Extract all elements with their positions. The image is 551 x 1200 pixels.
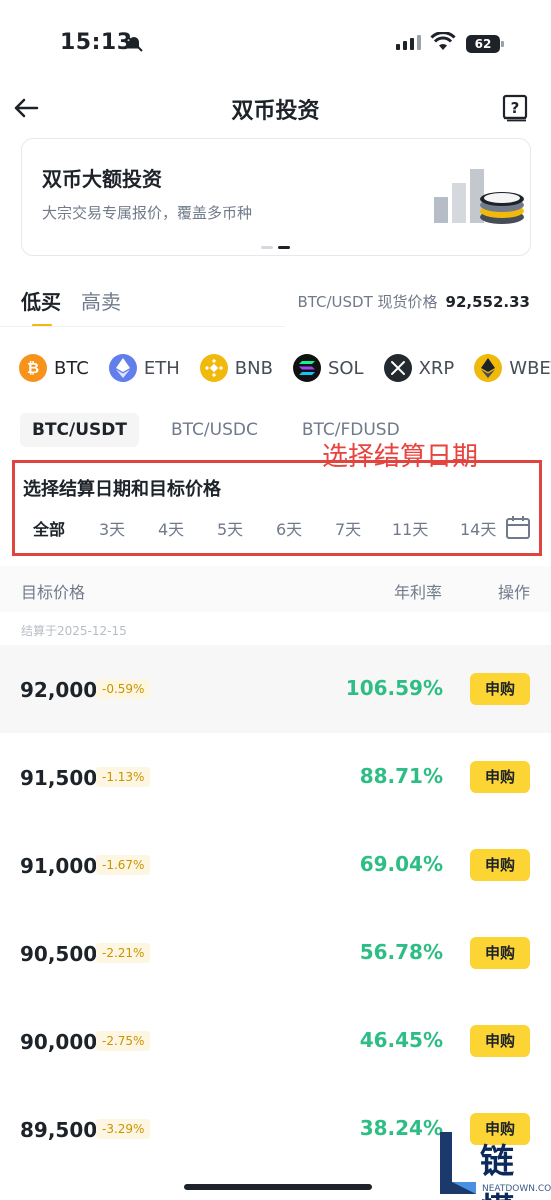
wifi-icon — [430, 32, 456, 50]
bar-chart-coins-icon — [434, 169, 524, 224]
banner-subtitle: 大宗交易专属报价，覆盖多币种 — [42, 204, 253, 222]
coin-label: SOL — [327, 357, 364, 379]
header-apr: 年利率 — [394, 583, 443, 602]
table-row[interactable]: 90,500 -2.21% 56.78% 申购 — [0, 909, 551, 997]
table-row[interactable]: 90,000 -2.75% 46.45% 申购 — [0, 997, 551, 1085]
status-bar: 15:13 62 — [0, 0, 551, 80]
home-indicator — [184, 1184, 372, 1190]
coin-label: ETH — [143, 357, 180, 379]
wbeth-icon — [474, 354, 503, 382]
date-option[interactable]: 6天 — [276, 516, 302, 540]
price-diff-badge: -2.21% — [96, 943, 151, 963]
apr-value: 46.45% — [359, 1028, 443, 1052]
apr-value: 38.24% — [359, 1116, 443, 1140]
direction-tabs: 低买 高卖 — [21, 286, 121, 327]
date-option[interactable]: 11天 — [392, 516, 428, 540]
price-diff-badge: -1.67% — [96, 855, 151, 875]
date-option[interactable]: 7天 — [335, 516, 361, 540]
coin-label: XRP — [418, 357, 455, 379]
coin-eth[interactable]: ETH — [108, 354, 180, 382]
tab-buy-low[interactable]: 低买 — [21, 286, 61, 327]
coin-btc[interactable]: ₿ BTC — [19, 354, 89, 382]
bell-muted-icon — [125, 34, 143, 52]
price-diff-badge: -0.59% — [96, 679, 151, 699]
target-price: 91,000 — [20, 854, 98, 878]
bnb-icon — [199, 354, 228, 382]
table-row[interactable]: 91,500 -1.13% 88.71% 申购 — [0, 733, 551, 821]
subscribe-button[interactable]: 申购 — [470, 761, 530, 793]
coin-label: BNB — [234, 357, 273, 379]
coin-label: BTC — [54, 357, 89, 379]
spot-price: BTC/USDT 现货价格 92,552.33 — [297, 291, 530, 312]
watermark-subtext: NEATDOWN.COM — [482, 1184, 551, 1194]
target-price: 92,000 — [20, 678, 98, 702]
status-time: 15:13 — [60, 30, 133, 55]
table-header: 目标价格 年利率 操作 — [0, 566, 551, 612]
header-action: 操作 — [498, 583, 531, 602]
subscribe-button[interactable]: 申购 — [470, 1025, 530, 1057]
divider — [0, 326, 285, 327]
apr-value: 106.59% — [345, 676, 443, 700]
calendar-icon[interactable] — [505, 514, 531, 540]
table-row[interactable]: 92,000 -0.59% 106.59% 申购 — [0, 645, 551, 733]
spot-price-label: BTC/USDT 现货价格 — [297, 293, 438, 311]
carousel-dots — [261, 246, 290, 249]
date-option[interactable]: 14天 — [460, 516, 496, 540]
target-price: 91,500 — [20, 766, 98, 790]
target-price: 90,000 — [20, 1030, 98, 1054]
price-diff-badge: -3.29% — [96, 1119, 151, 1139]
pair-btc-usdt[interactable]: BTC/USDT — [20, 413, 139, 447]
apr-value: 88.71% — [359, 764, 443, 788]
apr-value: 69.04% — [359, 852, 443, 876]
tab-sell-high[interactable]: 高卖 — [81, 286, 121, 327]
spot-price-value: 92,552.33 — [445, 293, 530, 311]
svg-text:?: ? — [511, 99, 520, 117]
settlement-date: 结算于2025-12-15 — [21, 624, 127, 638]
app-header: 双币投资 ? — [0, 80, 551, 136]
table-row[interactable]: 91,000 -1.67% 69.04% 申购 — [0, 821, 551, 909]
cellular-signal-icon — [396, 35, 421, 50]
header-target-price: 目标价格 — [21, 583, 86, 602]
pair-btc-usdc[interactable]: BTC/USDC — [159, 413, 270, 447]
coin-xrp[interactable]: XRP — [383, 354, 455, 382]
ethereum-icon — [108, 354, 137, 382]
settlement-date-selector: 选择结算日期和目标价格 全部 3天 4天 5天 6天 7天 11天 14天 — [12, 460, 542, 556]
help-book-icon[interactable]: ? — [502, 94, 528, 122]
xrp-icon — [383, 354, 412, 382]
subscribe-button[interactable]: 申购 — [470, 849, 530, 881]
bitcoin-icon: ₿ — [19, 354, 47, 382]
date-options: 全部 3天 4天 5天 6天 7天 11天 14天 — [15, 516, 539, 542]
coin-sol[interactable]: SOL — [292, 354, 364, 382]
date-option[interactable]: 4天 — [158, 516, 184, 540]
coin-selector: ₿ BTC ETH BNB SOL XRP WBET — [19, 354, 551, 382]
target-price: 89,500 — [20, 1118, 98, 1142]
date-selector-title: 选择结算日期和目标价格 — [23, 479, 221, 500]
target-price: 90,500 — [20, 942, 98, 966]
subscribe-button[interactable]: 申购 — [470, 937, 530, 969]
battery-indicator: 62 — [466, 35, 504, 53]
page-title: 双币投资 — [231, 99, 320, 124]
date-option[interactable]: 3天 — [99, 516, 125, 540]
coin-bnb[interactable]: BNB — [199, 354, 273, 382]
apr-value: 56.78% — [359, 940, 443, 964]
coin-label: WBET — [509, 357, 551, 379]
date-option-all[interactable]: 全部 — [33, 516, 65, 540]
coin-wbeth[interactable]: WBET — [474, 354, 551, 382]
subscribe-button[interactable]: 申购 — [470, 673, 530, 705]
price-diff-badge: -1.13% — [96, 767, 151, 787]
watermark-l-icon — [440, 1132, 476, 1194]
date-option[interactable]: 5天 — [217, 516, 243, 540]
watermark-logo: 链懂 NEATDOWN.COM — [436, 1130, 551, 1200]
banner-title: 双币大额投资 — [42, 167, 162, 191]
solana-icon — [292, 354, 321, 382]
promo-banner[interactable]: 双币大额投资 大宗交易专属报价，覆盖多币种 — [21, 138, 531, 256]
price-diff-badge: -2.75% — [96, 1031, 151, 1051]
